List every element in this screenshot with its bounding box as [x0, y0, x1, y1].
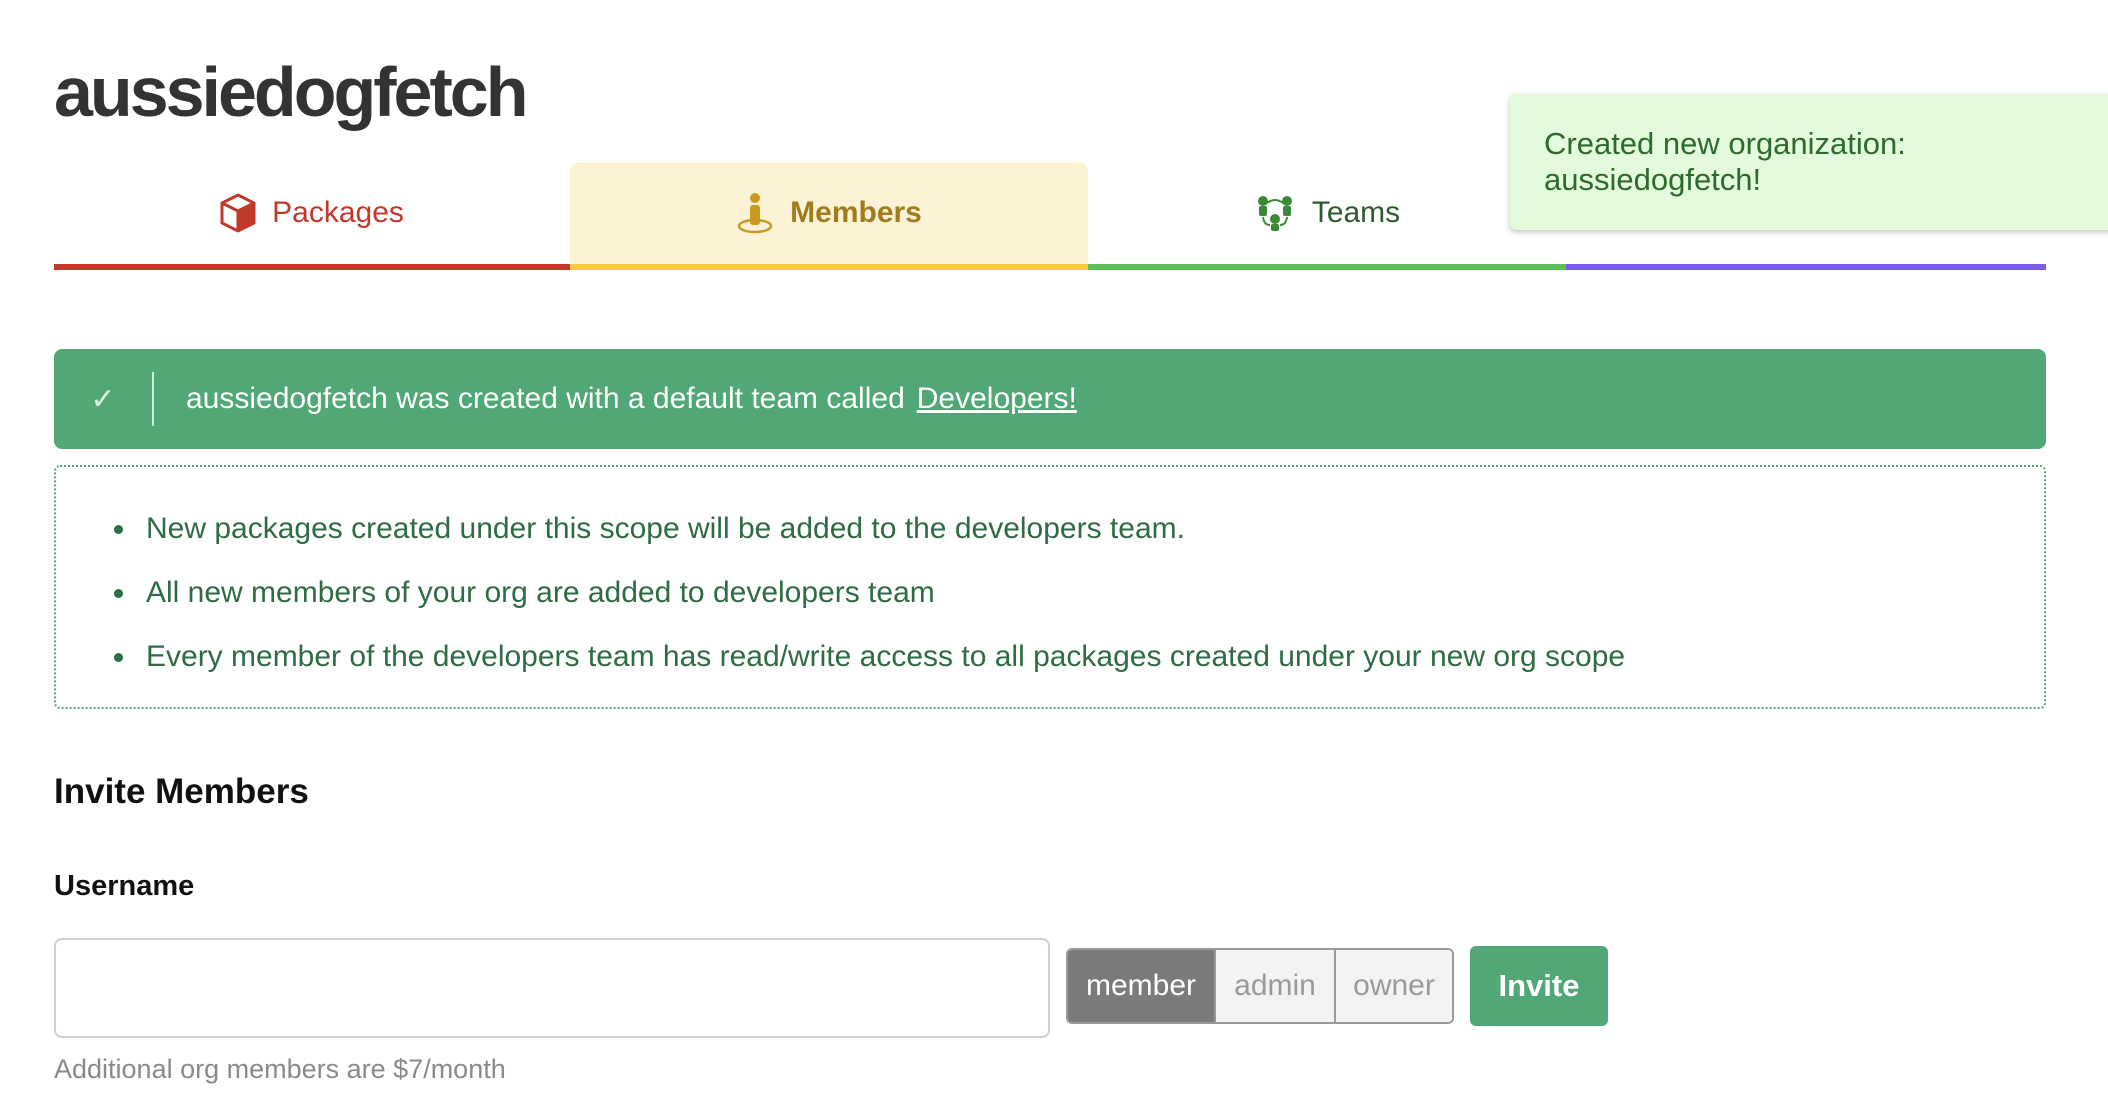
developers-team-link[interactable]: Developers! — [917, 382, 1077, 416]
list-item: New packages created under this scope wi… — [138, 497, 2044, 561]
cube-icon — [220, 193, 256, 233]
list-item: Every member of the developers team has … — [138, 625, 2044, 689]
org-title: aussiedogfetch — [54, 53, 528, 131]
list-item: All new members of your org are added to… — [138, 561, 2044, 625]
banner-divider — [152, 372, 154, 426]
invite-members-heading: Invite Members — [54, 772, 309, 811]
role-owner-option[interactable]: owner — [1336, 950, 1452, 1022]
org-page: aussiedogfetch Packages Members Teams Cr… — [0, 0, 2108, 1114]
username-input[interactable] — [54, 938, 1050, 1038]
people-group-icon — [1254, 195, 1296, 231]
tab-label: Teams — [1311, 196, 1401, 229]
banner-message: aussiedogfetch was created with a defaul… — [186, 382, 905, 415]
check-icon: ✓ — [90, 382, 116, 416]
tab-packages[interactable]: Packages — [54, 162, 570, 270]
toast-message: Created new organization: aussiedogfetch… — [1544, 126, 1906, 197]
username-label: Username — [54, 870, 195, 902]
invite-button[interactable]: Invite — [1470, 946, 1608, 1026]
tab-members[interactable]: Members — [570, 162, 1088, 270]
role-admin-option[interactable]: admin — [1216, 950, 1336, 1022]
success-banner: ✓ aussiedogfetch was created with a defa… — [54, 349, 2046, 449]
info-list: New packages created under this scope wi… — [138, 497, 2044, 689]
person-icon — [736, 192, 774, 234]
toast-notification: Created new organization: aussiedogfetch… — [1510, 94, 2108, 230]
info-box: New packages created under this scope wi… — [54, 465, 2046, 709]
role-selector: member admin owner — [1066, 948, 1454, 1024]
role-member-option[interactable]: member — [1068, 950, 1216, 1022]
tab-label: Members — [790, 196, 922, 229]
pricing-hint: Additional org members are $7/month — [54, 1054, 506, 1084]
tab-label: Packages — [272, 196, 404, 229]
tab-teams[interactable]: Teams — [1088, 162, 1566, 270]
